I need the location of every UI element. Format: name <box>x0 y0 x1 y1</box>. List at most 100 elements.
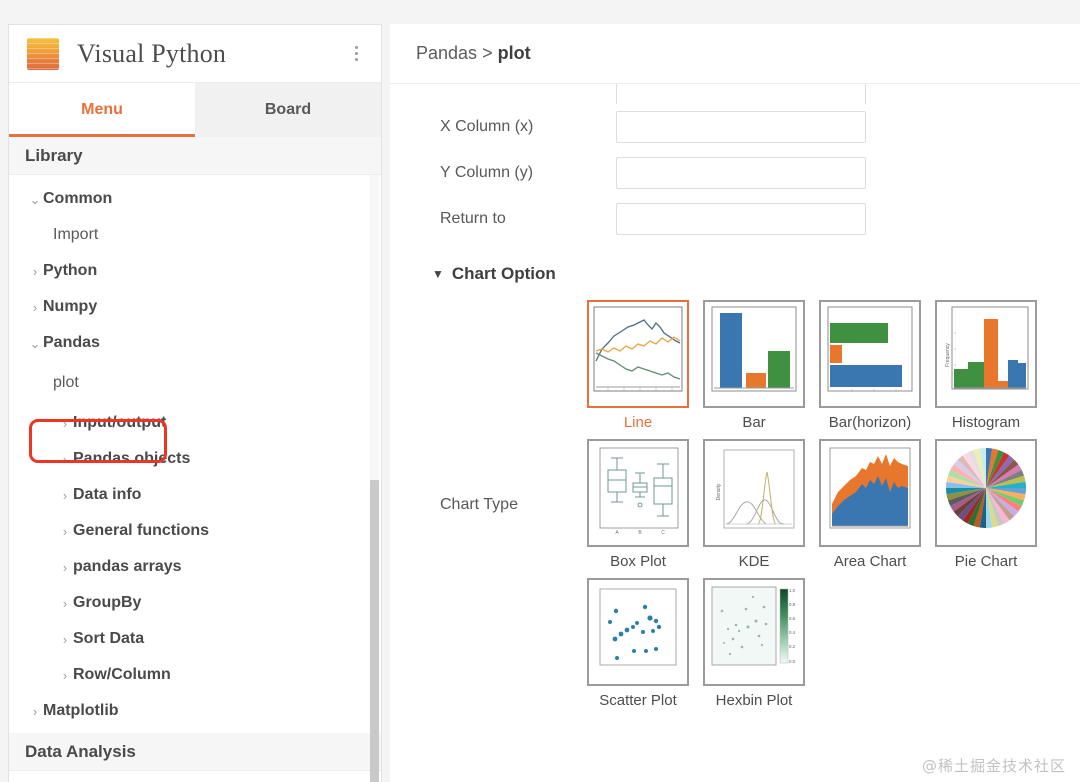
breadcrumb-current: plot <box>497 43 531 63</box>
line-chart-thumb-icon <box>587 300 689 408</box>
sidebar-item-label: Pandas objects <box>73 450 191 467</box>
sidebar-item-pandas-objects[interactable]: › Pandas objects <box>9 441 381 477</box>
chevron-right-icon: › <box>62 415 68 431</box>
svg-text:0.4: 0.4 <box>789 630 796 635</box>
chart-type-pie-chart-label: Pie Chart <box>954 553 1018 570</box>
tab-board[interactable]: Board <box>195 83 381 137</box>
chart-type-scatter-plot-label: Scatter Plot <box>599 692 677 709</box>
svg-text:0.8: 0.8 <box>789 602 796 607</box>
chart-option-title: Chart Option <box>451 264 556 283</box>
x-column-label: X Column (x) <box>440 118 534 135</box>
chart-type-box-plot-label: Box Plot <box>610 553 666 570</box>
sidebar-item-sort-data[interactable]: › Sort Data <box>9 621 381 657</box>
clipped-row-input[interactable] <box>616 84 866 104</box>
chevron-down-icon: ⌄ <box>29 335 41 351</box>
form-row-return-to: Return to <box>390 196 1080 242</box>
sidebar-item-label: Input/output <box>73 414 167 431</box>
chart-type-area-chart-label: Area Chart <box>833 553 907 570</box>
chart-type-bar[interactable]: Bar <box>696 300 812 431</box>
chart-type-kde[interactable]: Density KDE <box>696 439 812 570</box>
svg-text:C: C <box>661 530 665 536</box>
sidebar-item-label: Data info <box>73 486 142 503</box>
chart-type-line-label: Line <box>623 414 653 431</box>
tab-menu-label: Menu <box>81 101 123 118</box>
sidebar-item-groupby[interactable]: › GroupBy <box>9 585 381 621</box>
chart-type-box-plot[interactable]: A B C Box Plot <box>580 439 696 570</box>
chart-type-area-chart[interactable]: Area Chart <box>812 439 928 570</box>
chart-type-selector: Chart Type Line Bar Bar(horizon) Frequen… <box>390 300 1080 709</box>
chevron-right-icon: › <box>32 263 38 279</box>
chart-type-bar-horizon[interactable]: Bar(horizon) <box>812 300 928 431</box>
sidebar-item-label: Row/Column <box>73 666 171 683</box>
chevron-right-icon: › <box>32 299 38 315</box>
chart-type-line[interactable]: Line <box>580 300 696 431</box>
watermark: @稀土掘金技术社区 <box>921 757 1066 775</box>
chart-type-histogram[interactable]: Frequency Histogram <box>928 300 1044 431</box>
sidebar-item-label: GroupBy <box>73 594 142 611</box>
chevron-right-icon: › <box>62 487 68 503</box>
chevron-right-icon: › <box>62 559 68 575</box>
sidebar-item-pandas-arrays[interactable]: › pandas arrays <box>9 549 381 585</box>
sidebar-scrollbar-thumb[interactable] <box>370 480 379 782</box>
plot-form: Edit X Column (x) Y Column (y) Return to <box>390 84 1080 242</box>
sidebar-item-numpy[interactable]: › Numpy <box>9 289 381 325</box>
chevron-right-icon: › <box>32 703 38 719</box>
sidebar-item-label: General functions <box>73 522 210 539</box>
chevron-right-icon: › <box>62 451 68 467</box>
sidebar-item-label: Pandas <box>43 334 100 351</box>
histogram-thumb-icon: Frequency <box>935 300 1037 408</box>
sidebar-item-input-output[interactable]: › Input/output <box>9 405 381 441</box>
chart-type-hexbin-plot[interactable]: 1.0 0.8 0.6 0.4 0.2 0.0 Hexbin Plot <box>696 578 812 709</box>
chart-type-scatter-plot[interactable]: Scatter Plot <box>580 578 696 709</box>
data-analysis-section-title: Data Analysis <box>25 741 136 761</box>
sidebar-header: Visual Python <box>9 25 381 83</box>
sidebar-item-data-info[interactable]: › Data info <box>9 477 381 513</box>
chart-type-grid: Line Bar Bar(horizon) Frequency Histogra… <box>580 300 1044 709</box>
sidebar-item-import[interactable]: Import <box>9 217 381 253</box>
chart-type-bar-horizon-label: Bar(horizon) <box>828 414 912 431</box>
chart-option-section-toggle[interactable]: ▼ Chart Option <box>432 264 1080 284</box>
sidebar-item-general-functions[interactable]: › General functions <box>9 513 381 549</box>
app-title: Visual Python <box>77 38 227 68</box>
sidebar-item-plot[interactable]: plot <box>9 361 381 405</box>
chart-type-pie-chart[interactable]: Pie Chart <box>928 439 1044 570</box>
return-to-label: Return to <box>440 210 506 227</box>
form-row-y-column: Y Column (y) <box>390 150 1080 196</box>
chart-type-bar-label: Bar <box>742 414 766 431</box>
boxplot-thumb-icon: A B C <box>587 439 689 547</box>
sidebar-item-label: Sort Data <box>73 630 145 647</box>
sidebar-item-label: Matplotlib <box>43 702 119 719</box>
tab-menu[interactable]: Menu <box>9 83 195 137</box>
sidebar-item-label: Numpy <box>43 298 98 315</box>
breadcrumb-bar: Pandas > plot <box>390 24 1080 84</box>
library-tree: ⌄ Common Import › Python › Numpy ⌄ Panda… <box>9 175 381 771</box>
sidebar-item-matplotlib[interactable]: › Matplotlib <box>9 693 381 729</box>
form-row-clipped <box>390 84 1080 104</box>
x-column-input[interactable] <box>616 111 866 143</box>
plot-options-panel: Pandas > plot Edit X Column (x) Y Column… <box>390 24 1080 782</box>
chevron-down-icon: ⌄ <box>29 191 41 207</box>
return-to-input[interactable] <box>616 203 866 235</box>
bar-chart-thumb-icon <box>703 300 805 408</box>
scatter-plot-thumb-icon <box>587 578 689 686</box>
breadcrumb: Pandas > plot <box>416 43 531 64</box>
y-column-input[interactable] <box>616 157 866 189</box>
svg-text:0.2: 0.2 <box>789 644 796 649</box>
svg-text:B: B <box>638 530 642 536</box>
visual-python-sidebar: Visual Python Menu Board Library ⌄ Commo… <box>8 24 382 782</box>
area-chart-thumb-icon <box>819 439 921 547</box>
sidebar-item-common[interactable]: ⌄ Common <box>9 181 381 217</box>
breadcrumb-parent[interactable]: Pandas <box>416 43 477 63</box>
chevron-right-icon: › <box>62 631 68 647</box>
sidebar-item-row-column[interactable]: › Row/Column <box>9 657 381 693</box>
svg-text:Density: Density <box>716 483 722 500</box>
hexbin-plot-thumb-icon: 1.0 0.8 0.6 0.4 0.2 0.0 <box>703 578 805 686</box>
sidebar-item-pandas[interactable]: ⌄ Pandas <box>9 325 381 361</box>
sidebar-item-python[interactable]: › Python <box>9 253 381 289</box>
screen: Visual Python Menu Board Library ⌄ Commo… <box>0 0 1080 782</box>
kebab-menu-icon[interactable] <box>345 41 367 67</box>
visual-python-logo-icon <box>27 37 59 70</box>
chevron-right-icon: › <box>62 523 68 539</box>
chevron-right-icon: › <box>62 667 68 683</box>
sidebar-item-label: Python <box>43 262 98 279</box>
